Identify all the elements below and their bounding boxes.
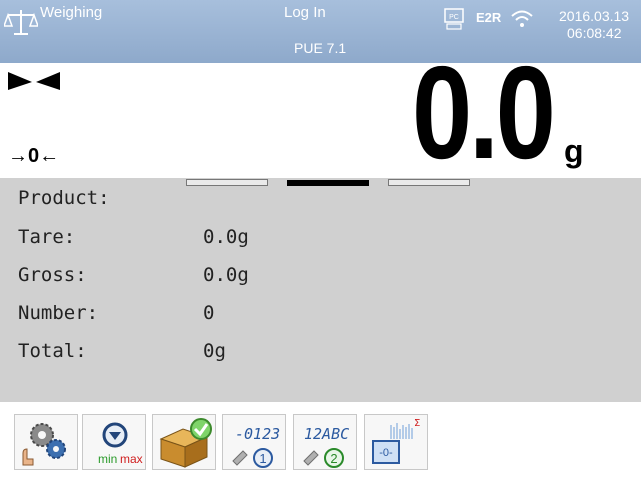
total-label: Total: <box>18 340 87 362</box>
text-input-2-icon: 12ABC 2 <box>303 425 349 468</box>
number-value: 0 <box>203 302 215 324</box>
stability-marker-icon <box>8 72 60 90</box>
min-max-button[interactable]: min max <box>82 414 146 470</box>
model-label: PUE 7.1 <box>294 40 347 56</box>
numeric-input-label: -0123 <box>235 425 280 443</box>
numeric-input-1-button[interactable]: -0123 1 <box>222 414 286 470</box>
e2r-label: E2R <box>476 10 502 25</box>
wifi-icon <box>511 10 533 27</box>
settings-icon <box>22 423 66 466</box>
zero-indicator: →0← <box>8 145 60 167</box>
svg-text:2: 2 <box>330 451 337 466</box>
max-label: max <box>120 452 143 466</box>
page-indicator-2-active[interactable] <box>287 180 369 186</box>
weight-display: →0← 0.0 g <box>0 47 641 179</box>
gross-value: 0.0g <box>203 264 249 286</box>
pc-connection-icon: PC <box>444 8 464 30</box>
tare-label: Tare: <box>18 226 76 248</box>
login-label[interactable]: Log In <box>284 4 326 21</box>
weight-unit[interactable]: g <box>564 133 584 170</box>
weight-value: 0.0 <box>412 39 556 186</box>
product-label: Product: <box>18 187 110 209</box>
gross-label: Gross: <box>18 264 87 286</box>
svg-text:Σ: Σ <box>414 418 420 429</box>
product-check-icon <box>159 418 212 468</box>
date-label: 2016.03.13 <box>559 8 630 24</box>
total-value: 0g <box>203 340 226 362</box>
min-label: min <box>98 452 117 466</box>
svg-text:1: 1 <box>259 451 266 466</box>
tare-value: 0.0g <box>203 226 249 248</box>
tare-zero-button[interactable]: Σ -0- <box>364 414 428 470</box>
info-panel: Product: Tare: 0.0g Gross: 0.0g Number: … <box>0 178 641 402</box>
text-input-label: 12ABC <box>304 425 349 443</box>
scale-icon <box>4 10 38 35</box>
function-toolbar: min max -0123 1 12ABC 2 Σ -0- <box>0 402 641 487</box>
page-indicator-3[interactable] <box>388 179 470 186</box>
page-indicator-1[interactable] <box>186 179 268 186</box>
settings-button[interactable] <box>14 414 78 470</box>
tare-zero-icon: Σ -0- <box>372 418 420 464</box>
text-input-2-button[interactable]: 12ABC 2 <box>293 414 357 470</box>
product-check-button[interactable] <box>152 414 216 470</box>
numeric-input-1-icon: -0123 1 <box>232 425 280 468</box>
svg-text:PC: PC <box>449 14 459 21</box>
tare-label: -0- <box>379 447 393 459</box>
time-label: 06:08:42 <box>567 25 622 41</box>
min-max-icon: min max <box>98 422 143 466</box>
mode-label[interactable]: Weighing <box>40 4 102 21</box>
number-label: Number: <box>18 302 99 324</box>
